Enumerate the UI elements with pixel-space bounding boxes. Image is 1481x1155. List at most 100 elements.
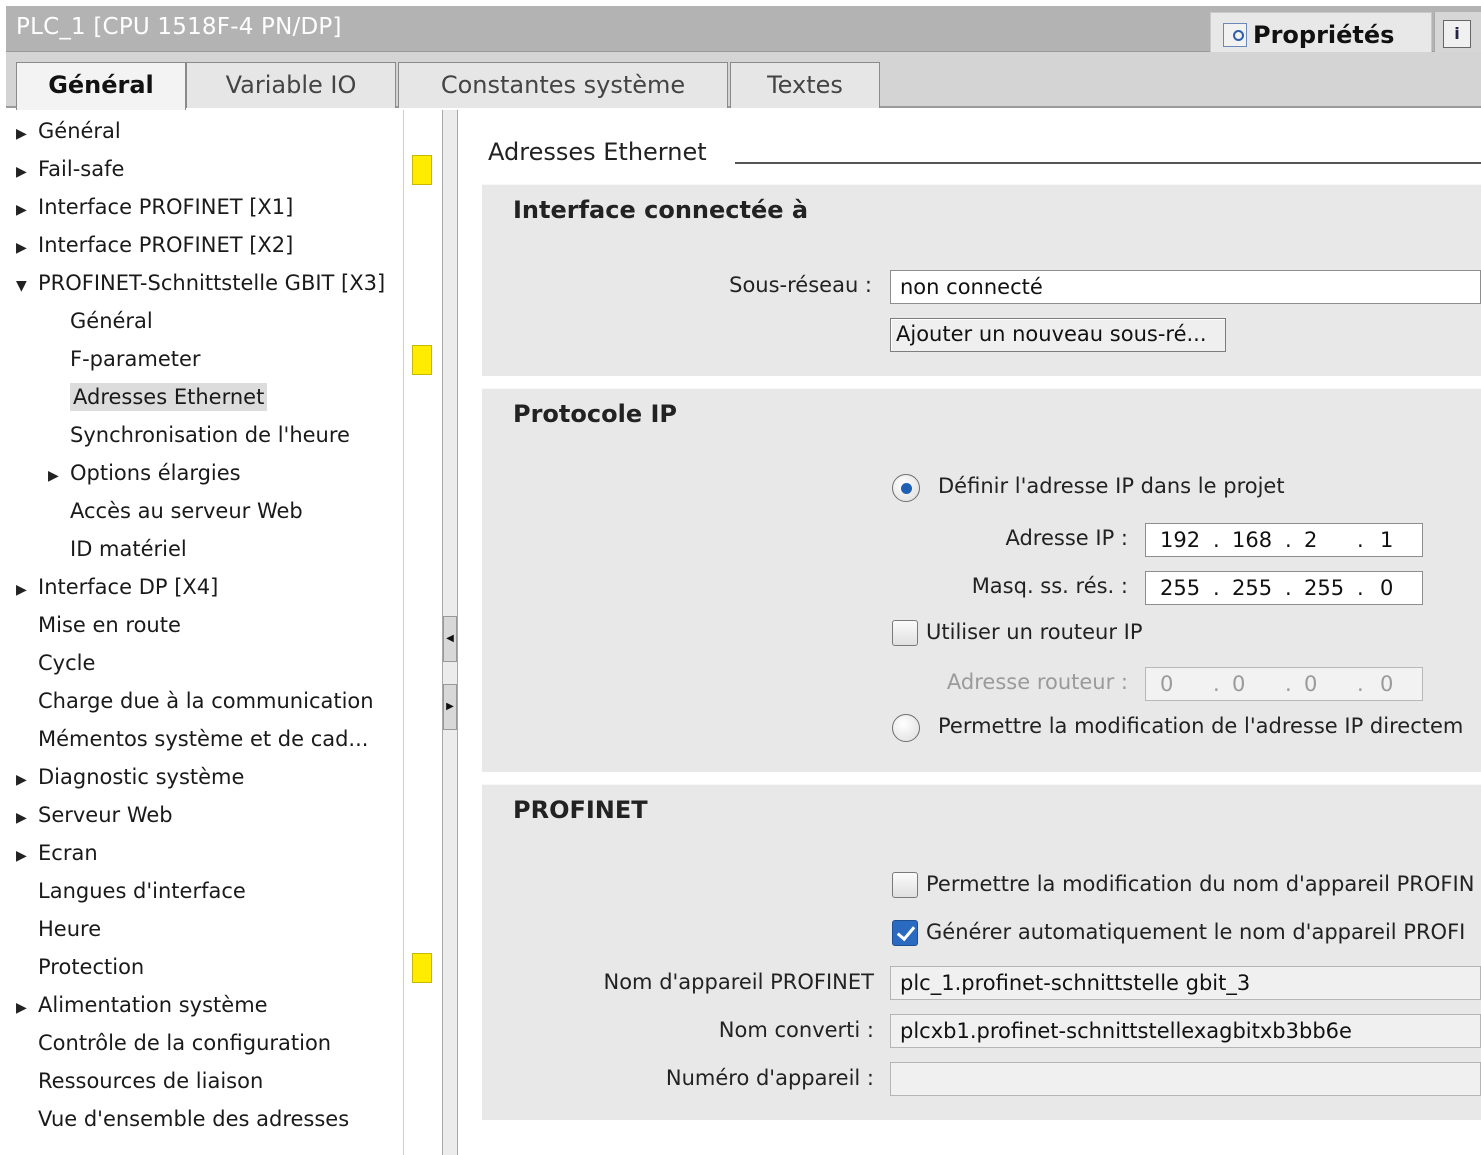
flag-column [404,110,442,1155]
ip-octet-3: 2 [1304,528,1318,552]
window-title: PLC_1 [CPU 1518F-4 PN/DP] [16,14,342,40]
tree-item[interactable]: Charge due à la communication [38,684,374,718]
converted-name-label: Nom converti : [718,1018,874,1042]
tree-item-label: Général [70,309,153,333]
info-tab[interactable]: i [1434,12,1481,56]
ip-dot: . [1357,528,1364,552]
tab-system-constants[interactable]: Constantes système [398,62,728,108]
ip-dot: . [1285,528,1292,552]
tree-item[interactable]: ▶ Interface DP [X4] [16,570,218,604]
ip-address-field[interactable]: 192 . 168 . 2 . 1 [1145,523,1423,557]
tree-item[interactable]: ▶ Interface PROFINET [X1] [16,190,293,224]
tree-item-label: Interface PROFINET [X2] [38,233,294,257]
tree-item[interactable]: Langues d'interface [38,874,246,908]
set-ip-in-project-label: Définir l'adresse IP dans le projet [938,474,1285,498]
tree-item[interactable]: Général [70,304,153,338]
collapsed-arrow-icon[interactable]: ▶ [16,193,38,227]
set-ip-directly-radio[interactable] [892,714,920,742]
tree-item[interactable]: ▶ Options élargies [48,456,241,490]
tree-item[interactable]: Ressources de liaison [38,1064,263,1098]
tree-item-label: Vue d'ensemble des adresses [38,1107,350,1131]
warning-flag-icon [412,155,432,185]
info-icon: i [1443,20,1471,48]
tree-item-label: Diagnostic système [38,765,245,789]
router-dot: . [1213,672,1220,696]
router-address-label: Adresse routeur : [946,670,1128,694]
allow-device-name-checkbox[interactable] [892,872,918,898]
tree-item[interactable]: ▶ Serveur Web [16,798,173,832]
mask-octet-3: 255 [1304,576,1345,600]
mask-octet-1: 255 [1160,576,1201,600]
properties-icon [1223,22,1247,47]
expanded-arrow-icon[interactable]: ▼ [16,269,38,303]
tree-item[interactable]: ▶ Diagnostic système [16,760,244,794]
subnet-mask-field[interactable]: 255 . 255 . 255 . 0 [1145,571,1423,605]
tree-item[interactable]: F-parameter [70,342,201,376]
tree-item[interactable]: ID matériel [70,532,187,566]
tree-item[interactable]: Synchronisation de l'heure [70,418,350,452]
tree-item-label: Général [38,119,121,143]
subnet-field[interactable]: non connecté [890,270,1481,304]
subnet-mask-label: Masq. ss. rés. : [971,574,1128,598]
tree-item-label: Langues d'interface [38,879,246,903]
set-ip-in-project-radio[interactable] [892,474,920,502]
tree-item[interactable]: Contrôle de la configuration [38,1026,331,1060]
expand-right-icon[interactable]: ▶ [443,684,457,730]
tree-item[interactable]: ▶ Ecran [16,836,98,870]
tree-item[interactable]: ▶ Général [16,114,121,148]
tree-item[interactable]: ▶ Alimentation système [16,988,268,1022]
tree-item-label: Contrôle de la configuration [38,1031,332,1055]
tree-item[interactable]: ▶ Interface PROFINET [X2] [16,228,293,262]
device-number-field[interactable] [890,1062,1481,1096]
collapsed-arrow-icon[interactable]: ▶ [16,231,38,265]
properties-tab[interactable]: Propriétés [1210,12,1432,56]
tree-item-label: F-parameter [70,347,201,371]
tree-item-label: Accès au serveur Web [70,499,303,523]
tree-item[interactable]: Mise en route [38,608,181,642]
tree-item-label: Interface DP [X4] [38,575,219,599]
properties-tab-label: Propriétés [1253,20,1395,49]
ip-octet-1: 192 [1160,528,1201,552]
tree-item[interactable]: Protection [38,950,144,984]
mask-octet-2: 255 [1232,576,1273,600]
use-router-label: Utiliser un routeur IP [926,620,1143,644]
collapsed-arrow-icon[interactable]: ▶ [48,459,70,493]
add-subnet-button[interactable]: Ajouter un nouveau sous-ré... [890,318,1226,352]
collapse-left-icon[interactable]: ◀ [443,616,457,662]
collapsed-arrow-icon[interactable]: ▶ [16,155,38,189]
router-octet-3: 0 [1304,672,1318,696]
tree-item[interactable]: Vue d'ensemble des adresses [38,1102,349,1136]
tree-item[interactable]: Heure [38,912,101,946]
collapsed-arrow-icon[interactable]: ▶ [16,839,38,873]
collapsed-arrow-icon[interactable]: ▶ [16,117,38,151]
mask-dot: . [1285,576,1292,600]
collapsed-arrow-icon[interactable]: ▶ [16,763,38,797]
collapsed-arrow-icon[interactable]: ▶ [16,991,38,1025]
tree-item[interactable]: Adresses Ethernet [70,380,268,414]
warning-flag-icon [412,345,432,375]
tree-item[interactable]: ▼ PROFINET-Schnittstelle GBIT [X3] [16,266,385,300]
collapsed-arrow-icon[interactable]: ▶ [16,573,38,607]
warning-flag-icon [412,953,432,983]
auto-device-name-checkbox[interactable] [892,920,918,946]
router-dot: . [1357,672,1364,696]
mask-octet-4: 0 [1380,576,1394,600]
mask-dot: . [1213,576,1220,600]
tree-item-label: Adresses Ethernet [70,383,268,411]
tree-item[interactable]: Accès au serveur Web [70,494,303,528]
tree-item-label: Ressources de liaison [38,1069,264,1093]
converted-name-field[interactable]: plcxb1.profinet-schnittstellexagbitxb3bb… [890,1014,1481,1048]
tree-item[interactable]: ▶ Fail-safe [16,152,124,186]
use-router-checkbox[interactable] [892,620,918,646]
tab-general[interactable]: Général [16,62,186,110]
ip-protocol-heading: Protocole IP [513,400,677,428]
tree-item-label: Synchronisation de l'heure [70,423,350,447]
device-name-field[interactable]: plc_1.profinet-schnittstelle gbit_3 [890,966,1481,1000]
tree-item[interactable]: Mémentos système et de cad... [38,722,368,756]
router-address-field[interactable]: 0 . 0 . 0 . 0 [1145,667,1423,701]
tree-item-label: Charge due à la communication [38,689,374,713]
collapsed-arrow-icon[interactable]: ▶ [16,801,38,835]
tab-texts[interactable]: Textes [730,62,880,108]
tree-item[interactable]: Cycle [38,646,95,680]
tab-variable-io[interactable]: Variable IO [186,62,396,108]
